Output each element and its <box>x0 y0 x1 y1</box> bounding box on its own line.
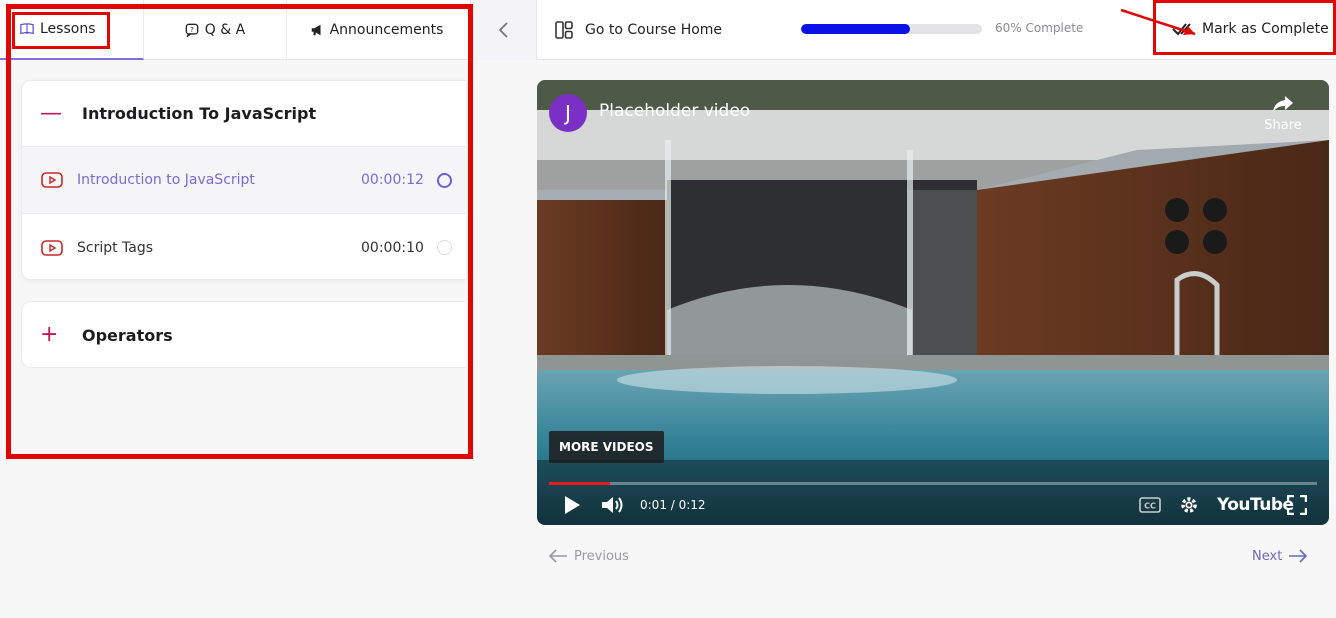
section-card-operators: + Operators <box>21 301 466 368</box>
tab-label: Announcements <box>329 22 444 38</box>
lesson-title: Introduction to JavaScript <box>77 172 255 188</box>
volume-button[interactable] <box>601 490 625 520</box>
volume-icon <box>602 497 623 513</box>
share-arrow-icon <box>1273 96 1293 112</box>
layout-icon <box>555 21 573 39</box>
section-header-introduction[interactable]: — Introduction To JavaScript <box>22 81 466 147</box>
video-play-icon <box>41 172 63 188</box>
collapse-minus-icon: — <box>40 100 62 126</box>
channel-avatar[interactable]: J <box>549 94 587 132</box>
collapse-sidebar-button[interactable] <box>470 0 537 60</box>
video-play-icon <box>41 239 63 256</box>
go-to-course-home-link[interactable]: Go to Course Home <box>555 0 722 60</box>
fullscreen-icon <box>1287 495 1307 515</box>
tab-label: Q & A <box>204 22 246 38</box>
section-card-introduction: — Introduction To JavaScript Introductio… <box>21 80 466 280</box>
captions-icon: CC <box>1139 497 1161 513</box>
video-scrub-progress <box>549 482 611 485</box>
previous-label: Previous <box>574 548 629 564</box>
course-progress-fill <box>801 24 910 34</box>
expand-plus-icon: + <box>40 322 59 347</box>
next-lesson-button[interactable]: Next <box>1252 546 1308 566</box>
chevron-left-icon <box>498 22 508 38</box>
course-progress-text: 60% Complete <box>995 21 1084 35</box>
section-header-operators[interactable]: + Operators <box>22 302 466 368</box>
megaphone-icon <box>311 24 321 36</box>
video-scrub-bar[interactable] <box>549 482 1317 485</box>
gear-icon <box>1181 497 1197 513</box>
fullscreen-button[interactable] <box>1287 490 1307 520</box>
lesson-item-script-tags[interactable]: Script Tags 00:00:10 <box>22 214 466 281</box>
sidebar-tabs: Lessons ? Q & A Announcements <box>0 0 466 60</box>
svg-text:CC: CC <box>1144 502 1156 511</box>
tab-announcements[interactable]: Announcements <box>287 0 466 60</box>
more-videos-button[interactable]: MORE VIDEOS <box>549 431 664 463</box>
previous-lesson-button[interactable]: Previous <box>548 546 629 566</box>
play-button[interactable] <box>563 490 581 520</box>
tab-lessons[interactable]: Lessons <box>0 0 144 60</box>
video-player[interactable]: J Placeholder video Share MORE VIDEOS 0:… <box>537 80 1329 525</box>
lesson-item-introduction-to-javascript[interactable]: Introduction to JavaScript 00:00:12 <box>22 147 466 214</box>
share-label: Share <box>1264 118 1302 133</box>
tab-label: Lessons <box>40 21 96 37</box>
mark-as-complete-button[interactable]: Mark as Complete <box>1172 0 1329 58</box>
svg-text:?: ? <box>190 26 194 34</box>
video-controls: 0:01 / 0:12 CC YouTube <box>549 490 1317 520</box>
section-title: Introduction To JavaScript <box>82 104 317 123</box>
mark-complete-label: Mark as Complete <box>1202 21 1329 37</box>
arrow-left-icon <box>548 549 567 563</box>
lesson-duration: 00:00:10 <box>361 239 424 256</box>
course-home-label: Go to Course Home <box>585 22 723 38</box>
check-icon <box>1172 23 1191 36</box>
arrow-right-icon <box>1289 549 1308 563</box>
settings-button[interactable] <box>1179 490 1199 520</box>
top-bar: Lessons ? Q & A Announcements Go to Cour… <box>0 0 1336 60</box>
lesson-title: Script Tags <box>77 239 154 256</box>
course-progress-bar <box>801 24 982 34</box>
lesson-status-circle[interactable] <box>437 240 452 255</box>
share-button[interactable]: Share <box>1263 94 1303 133</box>
section-title: Operators <box>82 325 173 345</box>
video-title[interactable]: Placeholder video <box>599 101 750 121</box>
lesson-duration: 00:00:12 <box>361 172 424 188</box>
video-time: 0:01 / 0:12 <box>640 498 706 512</box>
chat-icon: ? <box>185 23 199 37</box>
tab-qa[interactable]: ? Q & A <box>144 0 287 60</box>
lesson-status-circle[interactable] <box>437 172 452 188</box>
captions-button[interactable]: CC <box>1139 490 1161 520</box>
play-icon <box>565 496 580 514</box>
youtube-logo[interactable]: YouTube <box>1217 490 1294 520</box>
next-label: Next <box>1252 548 1283 564</box>
book-icon <box>20 23 34 35</box>
